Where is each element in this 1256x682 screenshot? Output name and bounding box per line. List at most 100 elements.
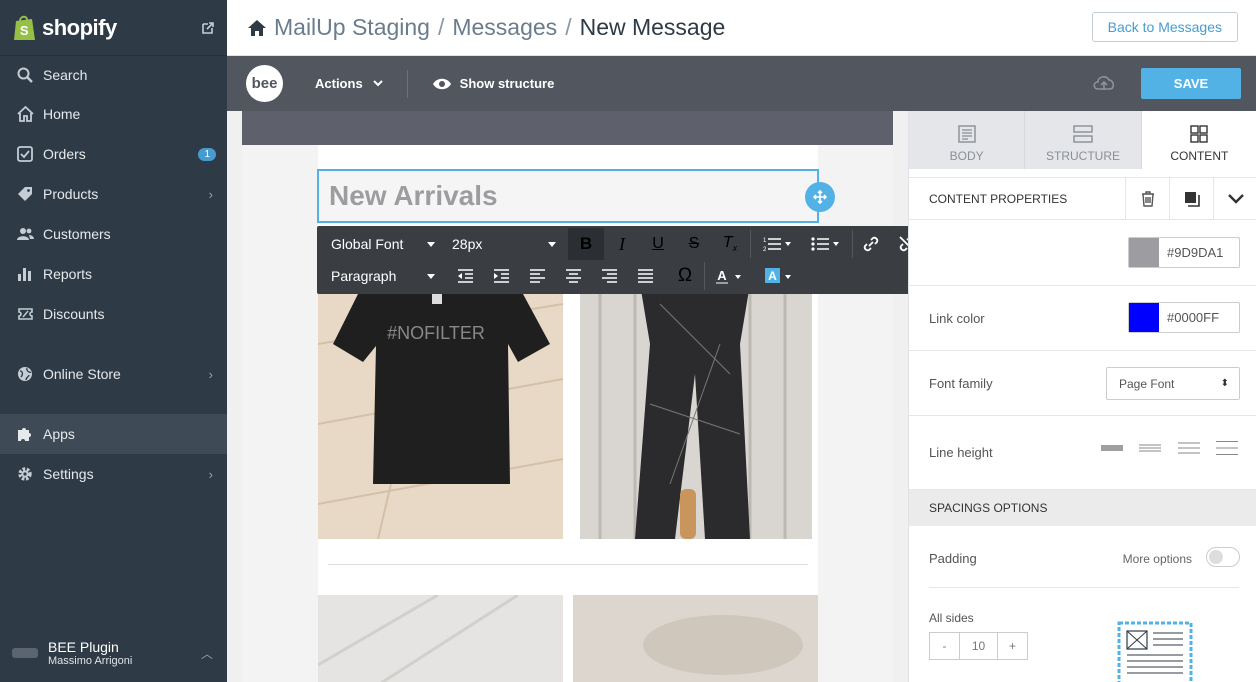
padding-value-input[interactable]: 10: [960, 633, 997, 659]
underline-button[interactable]: U: [640, 228, 676, 260]
bullet-list-button[interactable]: [805, 228, 847, 260]
heading-block-selected[interactable]: New Arrivals: [317, 169, 819, 223]
indent-icon: [493, 269, 509, 283]
sidebar-item-home[interactable]: Home: [0, 94, 227, 134]
tab-body[interactable]: BODY: [909, 111, 1026, 169]
font-family-label: Font family: [929, 375, 993, 391]
tab-structure[interactable]: STRUCTURE: [1025, 111, 1142, 169]
tab-label: BODY: [949, 149, 984, 163]
save-button[interactable]: SAVE: [1141, 68, 1241, 99]
padding-decrement-button[interactable]: -: [930, 633, 960, 659]
shopify-logo[interactable]: S shopify: [12, 14, 117, 41]
breadcrumb-store[interactable]: MailUp Staging: [274, 14, 430, 41]
tshirt-image[interactable]: #NOFILTER: [318, 284, 563, 539]
external-link-icon[interactable]: [201, 21, 215, 35]
sidebar-item-orders[interactable]: Orders 1: [0, 134, 227, 174]
tab-label: STRUCTURE: [1045, 149, 1120, 163]
line-height-normal-icon[interactable]: [1139, 441, 1161, 455]
italic-button[interactable]: I: [604, 228, 640, 260]
orders-icon: [16, 145, 34, 163]
account-user-name: Massimo Arrigoni: [48, 655, 133, 667]
cloud-upload-icon[interactable]: [1092, 73, 1116, 93]
stage-top-row[interactable]: [242, 111, 893, 145]
back-to-messages-button[interactable]: Back to Messages: [1091, 12, 1238, 42]
toolbar-divider: [750, 230, 751, 258]
show-structure-toggle[interactable]: Show structure: [432, 76, 554, 91]
collapse-properties-button[interactable]: [1213, 177, 1256, 220]
sidebar-item-search[interactable]: Search: [0, 55, 227, 95]
text-color-hex[interactable]: #9D9DA1: [1159, 238, 1239, 267]
text-color-swatch[interactable]: [1129, 238, 1159, 267]
ordered-list-button[interactable]: 12: [757, 228, 799, 260]
ordered-list-icon: 12: [763, 238, 791, 252]
sidebar-item-discounts[interactable]: Discounts: [0, 294, 227, 334]
background-color-button[interactable]: A: [757, 260, 801, 292]
outdent-button[interactable]: [447, 260, 483, 292]
toolbar-divider: [704, 262, 705, 290]
svg-text:2: 2: [763, 247, 767, 252]
font-select[interactable]: Global Font: [317, 228, 443, 260]
page-title: New Message: [579, 14, 726, 40]
structure-icon: [1073, 125, 1093, 143]
scarf-image[interactable]: [580, 284, 812, 539]
text-color-row: #9D9DA1: [909, 221, 1256, 286]
link-color-swatch[interactable]: [1129, 303, 1159, 332]
line-height-tight-icon[interactable]: [1101, 441, 1123, 455]
chevron-right-icon: ›: [208, 186, 213, 202]
align-left-button[interactable]: [519, 260, 555, 292]
sidebar-item-online-store[interactable]: Online Store ›: [0, 354, 227, 394]
divider-line: [328, 564, 808, 565]
sidebar-item-reports[interactable]: Reports: [0, 254, 227, 294]
breadcrumb-messages[interactable]: Messages: [452, 14, 557, 41]
text-color-picker[interactable]: #9D9DA1: [1128, 237, 1240, 268]
caret-down-icon: [427, 273, 435, 279]
bullet-list-icon: [811, 237, 839, 251]
duplicate-block-button[interactable]: [1169, 177, 1213, 220]
link-icon: [863, 236, 879, 252]
sidebar-item-apps[interactable]: Apps: [0, 414, 227, 454]
block-format-select[interactable]: Paragraph: [317, 260, 443, 292]
font-family-select[interactable]: Page Font ⬍: [1106, 367, 1240, 400]
align-center-button[interactable]: [555, 260, 591, 292]
line-height-loose-icon[interactable]: [1178, 441, 1200, 455]
tab-content[interactable]: CONTENT: [1141, 111, 1256, 169]
account-switcher[interactable]: BEE Plugin Massimo Arrigoni ︿: [0, 624, 227, 682]
shirt-print: #NOFILTER: [387, 323, 485, 343]
actions-menu[interactable]: Actions: [315, 76, 383, 91]
home-icon[interactable]: [247, 19, 267, 37]
link-color-label: Link color: [929, 310, 985, 326]
special-characters-button[interactable]: Ω: [667, 260, 703, 292]
sidebar-item-label: Products: [43, 186, 99, 202]
clear-format-button[interactable]: Tx: [712, 228, 748, 260]
bold-button[interactable]: B: [568, 228, 604, 260]
content-properties-title: CONTENT PROPERTIES: [929, 191, 1068, 206]
sidebar-item-customers[interactable]: Customers: [0, 214, 227, 254]
more-options-toggle[interactable]: [1206, 547, 1240, 567]
insert-link-button[interactable]: [853, 228, 889, 260]
trash-icon: [1141, 190, 1154, 207]
heading-text[interactable]: New Arrivals: [329, 180, 498, 212]
link-color-row: Link color #0000FF: [909, 286, 1256, 351]
sidebar-item-settings[interactable]: Settings ›: [0, 454, 227, 494]
delete-block-button[interactable]: [1125, 177, 1169, 220]
strikethrough-button[interactable]: S: [676, 228, 712, 260]
padding-increment-button[interactable]: +: [997, 633, 1027, 659]
line-height-double-icon[interactable]: [1216, 441, 1238, 455]
puzzle-icon: [16, 425, 34, 443]
sidebar-item-products[interactable]: Products ›: [0, 174, 227, 214]
line-height-label: Line height: [929, 445, 993, 460]
product-image-3[interactable]: [318, 595, 563, 682]
row-divider: [929, 587, 1239, 588]
background-color-icon: A: [765, 268, 791, 283]
italic-icon: I: [619, 233, 625, 254]
link-color-hex[interactable]: #0000FF: [1159, 303, 1239, 332]
link-color-picker[interactable]: #0000FF: [1128, 302, 1240, 333]
font-size-select[interactable]: 28px: [438, 228, 564, 260]
product-image-4[interactable]: [573, 595, 818, 682]
select-arrows-icon: ⬍: [1220, 378, 1229, 389]
text-color-button[interactable]: A: [707, 260, 751, 292]
indent-button[interactable]: [483, 260, 519, 292]
align-right-button[interactable]: [591, 260, 627, 292]
move-handle[interactable]: [805, 182, 835, 212]
justify-button[interactable]: [627, 260, 663, 292]
